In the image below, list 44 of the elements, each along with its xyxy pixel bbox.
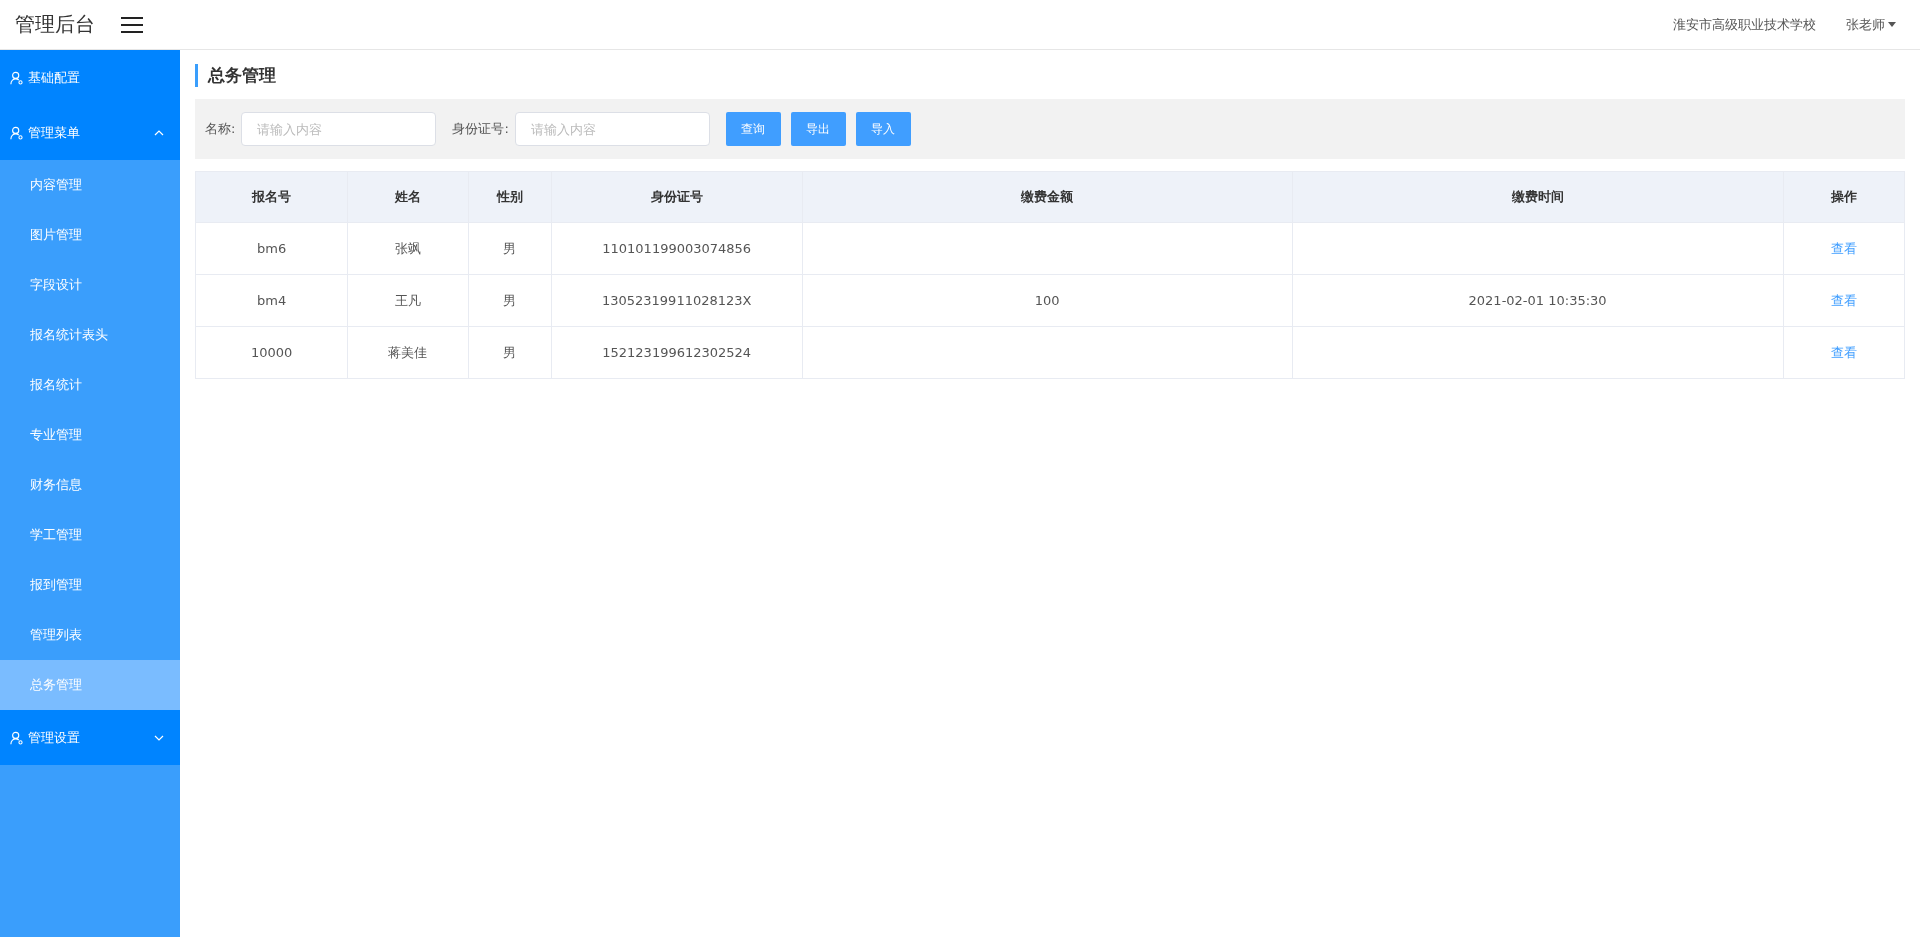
column-header: 缴费金额 xyxy=(802,171,1293,223)
table-cell: 152123199612302524 xyxy=(551,326,803,379)
sidebar-item[interactable]: 总务管理 xyxy=(0,660,180,710)
input-field[interactable]: 请输入内容 xyxy=(514,112,710,146)
sidebar-group[interactable]: 基础配置 xyxy=(0,50,180,105)
table-cell: 100 xyxy=(802,274,1293,327)
page-title: 总务管理 xyxy=(195,64,1905,87)
column-header: 姓名 xyxy=(347,171,469,223)
sidebar-group[interactable]: 管理菜单 xyxy=(0,105,180,160)
table-cell: 110101199003074856 xyxy=(551,222,803,275)
table-cell: bm4 xyxy=(195,274,348,327)
menu-icon[interactable] xyxy=(121,15,143,34)
school-name: 淮安市高级职业技术学校 xyxy=(1673,15,1816,34)
column-header: 缴费时间 xyxy=(1292,171,1784,223)
table-cell: 男 xyxy=(468,222,551,275)
table-cell: 张飒 xyxy=(347,222,469,275)
user-icon xyxy=(10,125,24,140)
action-button[interactable]: 查询 xyxy=(725,112,781,146)
table-cell: 男 xyxy=(468,274,551,327)
table-cell: 王凡 xyxy=(347,274,469,327)
table-cell: 2021-02-01 10:35:30 xyxy=(1292,274,1784,327)
table-cell: 10000 xyxy=(195,326,348,379)
table-cell: 蒋美佳 xyxy=(347,326,469,379)
user-icon xyxy=(10,730,24,745)
sidebar-group[interactable]: 管理设置 xyxy=(0,710,180,765)
input-field[interactable]: 请输入内容 xyxy=(241,112,437,146)
view-link[interactable]: 查看 xyxy=(1830,292,1857,308)
column-header: 报名号 xyxy=(195,171,348,223)
view-link[interactable]: 查看 xyxy=(1830,240,1857,256)
column-header: 身份证号 xyxy=(551,171,803,223)
app-title: 管理后台 xyxy=(15,11,95,38)
action-button[interactable]: 导入 xyxy=(855,112,911,146)
column-header: 操作 xyxy=(1783,171,1905,223)
table-cell: bm6 xyxy=(195,222,348,275)
field-label: 身份证号: xyxy=(452,120,509,138)
user-icon xyxy=(10,70,24,85)
table-cell: 13052319911028123X xyxy=(551,274,803,327)
column-header: 性别 xyxy=(468,171,551,223)
table-cell: 男 xyxy=(468,326,551,379)
view-link[interactable]: 查看 xyxy=(1830,344,1857,360)
field-label: 名称: xyxy=(205,120,236,138)
action-button[interactable]: 导出 xyxy=(790,112,846,146)
user-menu[interactable]: 张老师 xyxy=(1846,15,1896,34)
caret-icon xyxy=(1888,22,1896,27)
